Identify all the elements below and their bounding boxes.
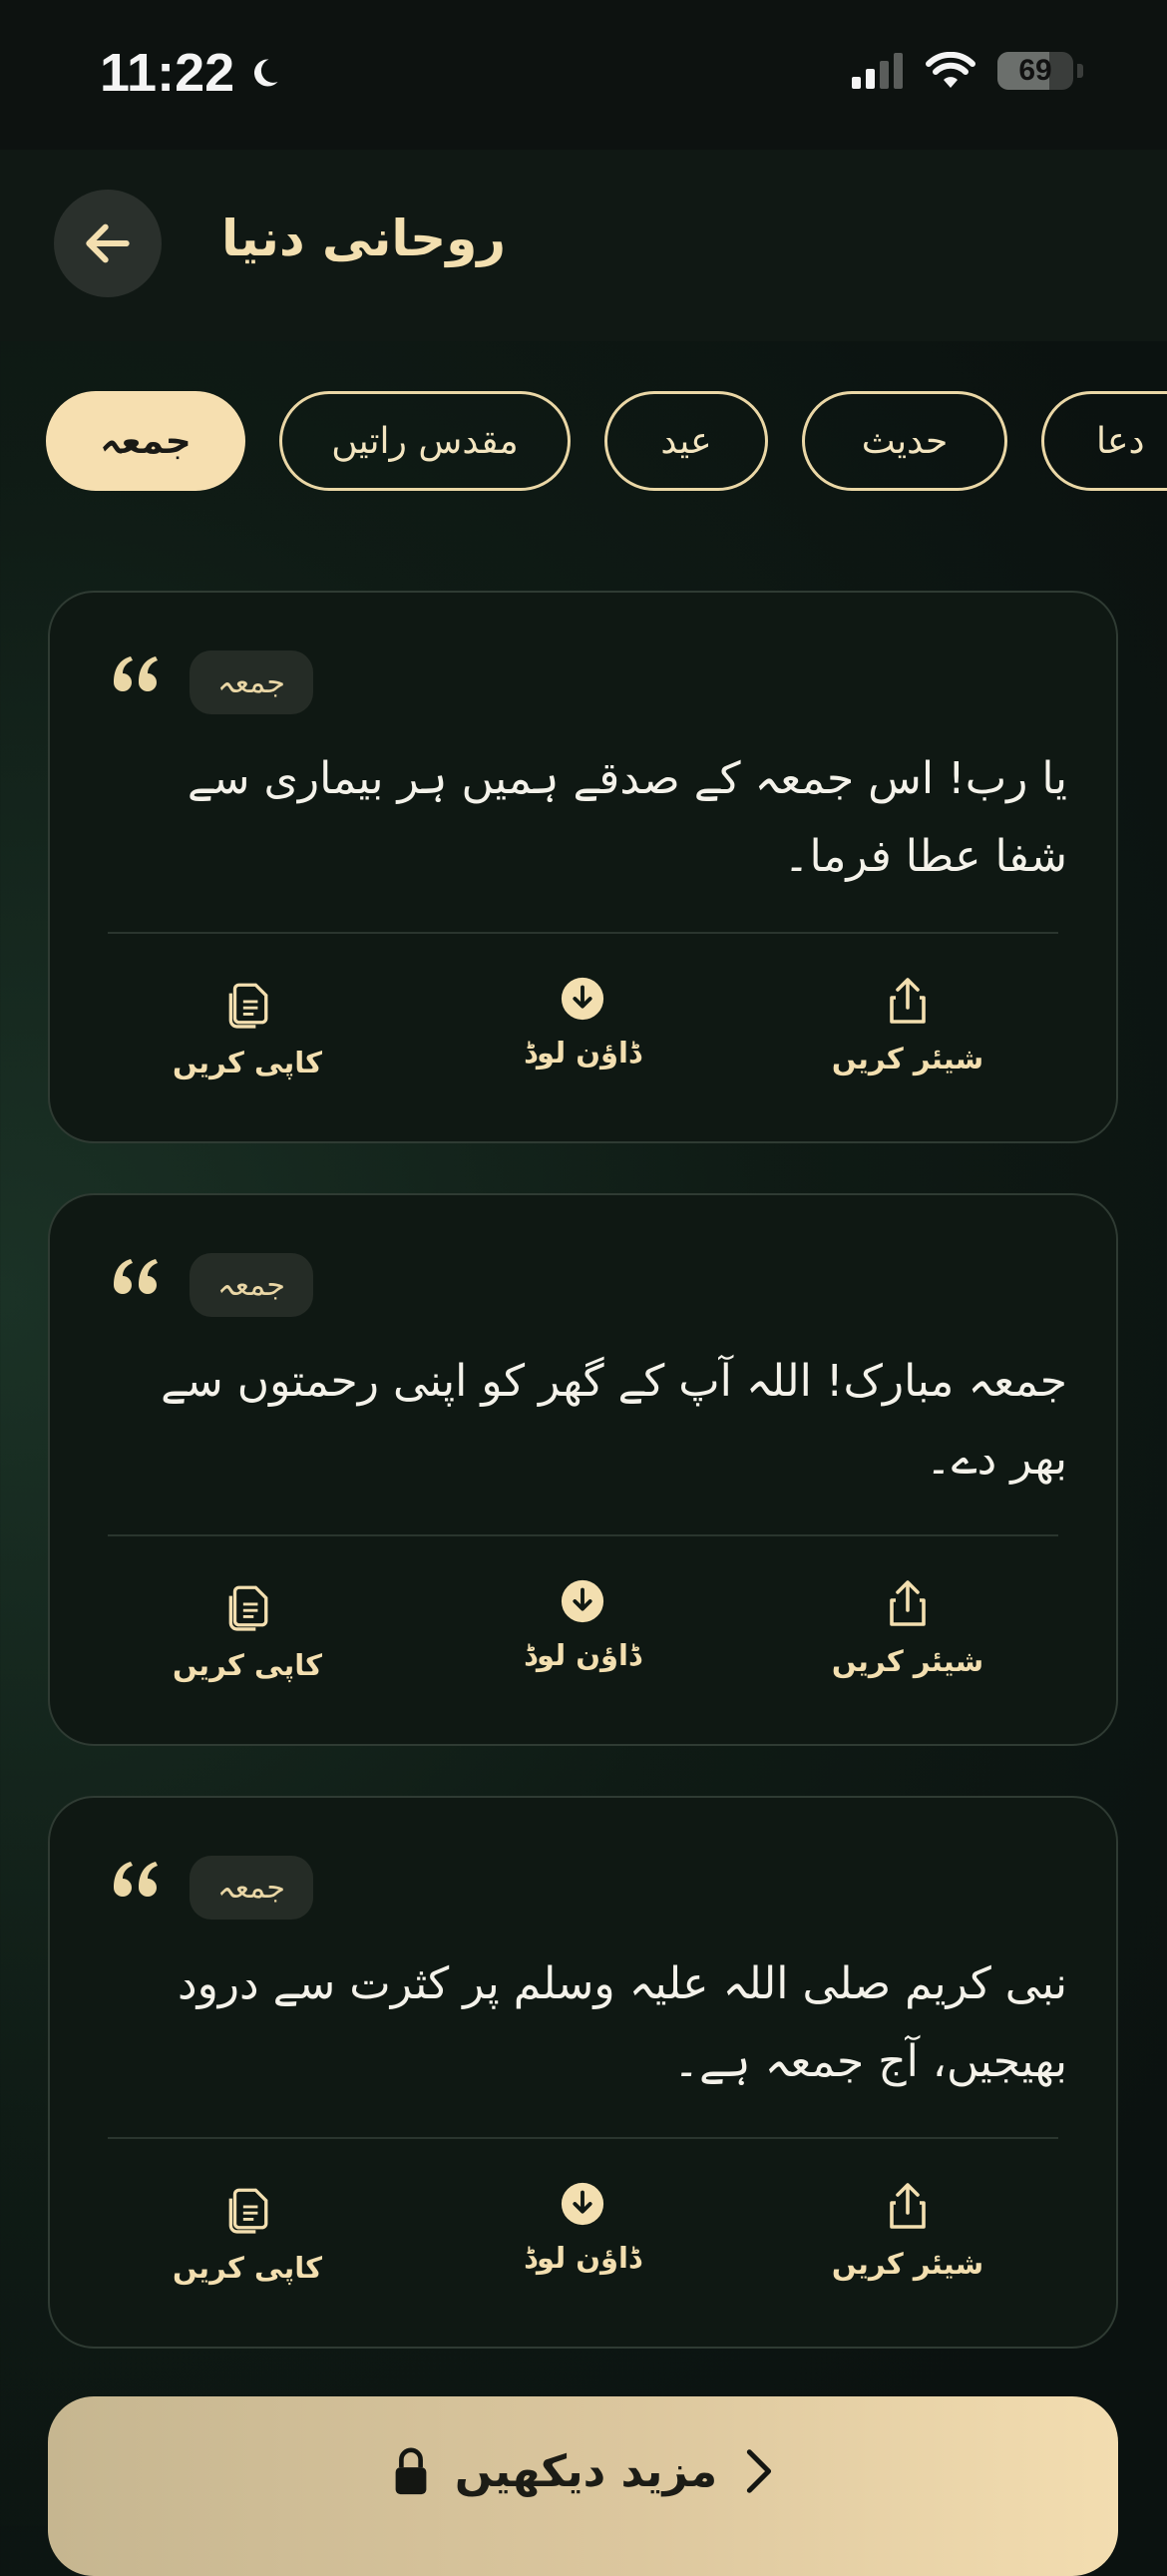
download-label: ڈاؤن لوڈ: [524, 1638, 641, 1672]
battery-tip: [1077, 64, 1083, 78]
chevron-right-icon: [746, 2449, 772, 2493]
share-icon: [890, 978, 926, 1024]
download-icon: [561, 2182, 604, 2226]
share-icon: [890, 1580, 926, 1626]
divider: [108, 1534, 1058, 1536]
status-time: 11:22: [100, 43, 235, 103]
arrow-left-icon: [86, 223, 130, 263]
download-button[interactable]: ڈاؤن لوڈ: [493, 2181, 672, 2275]
tab-jumma[interactable]: جمعہ: [46, 391, 245, 491]
moon-icon: [254, 59, 278, 87]
quote-icon: [114, 656, 158, 691]
see-more-label: مزید دیکھیں: [454, 2446, 718, 2497]
copy-button[interactable]: کاپی کریں: [158, 976, 337, 1079]
tab-dua[interactable]: دعا: [1041, 391, 1167, 491]
share-label: شیئر کریں: [831, 1042, 984, 1075]
copy-button[interactable]: کاپی کریں: [158, 1578, 337, 1682]
see-more-button[interactable]: مزید دیکھیں: [48, 2396, 1118, 2576]
share-label: شیئر کریں: [831, 1644, 984, 1678]
tab-muqaddas-raatein[interactable]: مقدس راتیں: [279, 391, 571, 491]
tab-hadith[interactable]: حدیث: [802, 391, 1007, 491]
download-label: ڈاؤن لوڈ: [524, 1036, 641, 1070]
quote-card: جمعہ جمعہ مبارک! اللہ آپ کے گھر کو اپنی …: [48, 1193, 1118, 1746]
battery-indicator: 69: [997, 52, 1073, 90]
copy-label: کاپی کریں: [173, 2251, 322, 2285]
share-button[interactable]: شیئر کریں: [818, 2181, 997, 2281]
category-tag: جمعہ: [190, 650, 313, 714]
back-button[interactable]: [54, 190, 162, 297]
category-tag: جمعہ: [190, 1856, 313, 1920]
share-label: شیئر کریں: [831, 2247, 984, 2281]
copy-button[interactable]: کاپی کریں: [158, 2181, 337, 2285]
copy-icon: [228, 1585, 268, 1631]
copy-label: کاپی کریں: [173, 1648, 322, 1682]
page-title: روحانی دنیا: [221, 210, 507, 267]
quote-icon: [114, 1259, 158, 1294]
quote-icon: [114, 1862, 158, 1897]
status-bar: 11:22 69: [0, 0, 1167, 150]
quote-card: جمعہ نبی کریم صلی اللہ علیہ وسلم پر کثرت…: [48, 1796, 1118, 2349]
cellular-signal-icon: [852, 53, 903, 89]
category-tag: جمعہ: [190, 1253, 313, 1317]
download-button[interactable]: ڈاؤن لوڈ: [493, 976, 672, 1070]
copy-label: کاپی کریں: [173, 1046, 322, 1079]
tab-eid[interactable]: عید: [604, 391, 768, 491]
download-button[interactable]: ڈاؤن لوڈ: [493, 1578, 672, 1672]
lock-icon: [395, 2447, 427, 2495]
quote-text: یا رب! اس جمعہ کے صدقے ہمیں ہر بیماری سے…: [187, 753, 1067, 882]
share-button[interactable]: شیئر کریں: [818, 976, 997, 1075]
quote-text: نبی کریم صلی اللہ علیہ وسلم پر کثرت سے د…: [177, 1958, 1067, 2087]
quote-card: جمعہ یا رب! اس جمعہ کے صدقے ہمیں ہر بیما…: [48, 591, 1118, 1143]
download-icon: [561, 977, 604, 1021]
divider: [108, 2137, 1058, 2139]
download-icon: [561, 1579, 604, 1623]
copy-icon: [228, 983, 268, 1029]
battery-percent: 69: [1018, 54, 1052, 87]
status-indicators: 69: [850, 52, 1083, 90]
share-button[interactable]: شیئر کریں: [818, 1578, 997, 1678]
download-label: ڈاؤن لوڈ: [524, 2241, 641, 2275]
app-header: روحانی دنیا: [0, 150, 1167, 341]
copy-icon: [228, 2188, 268, 2234]
wifi-icon: [926, 52, 975, 88]
divider: [108, 932, 1058, 934]
status-time-group: 11:22: [100, 42, 282, 104]
share-icon: [890, 2183, 926, 2229]
quote-text: جمعہ مبارک! اللہ آپ کے گھر کو اپنی رحمتو…: [161, 1356, 1067, 1485]
category-tabs: جمعہ مقدس راتیں عید حدیث دعا: [0, 391, 1167, 497]
